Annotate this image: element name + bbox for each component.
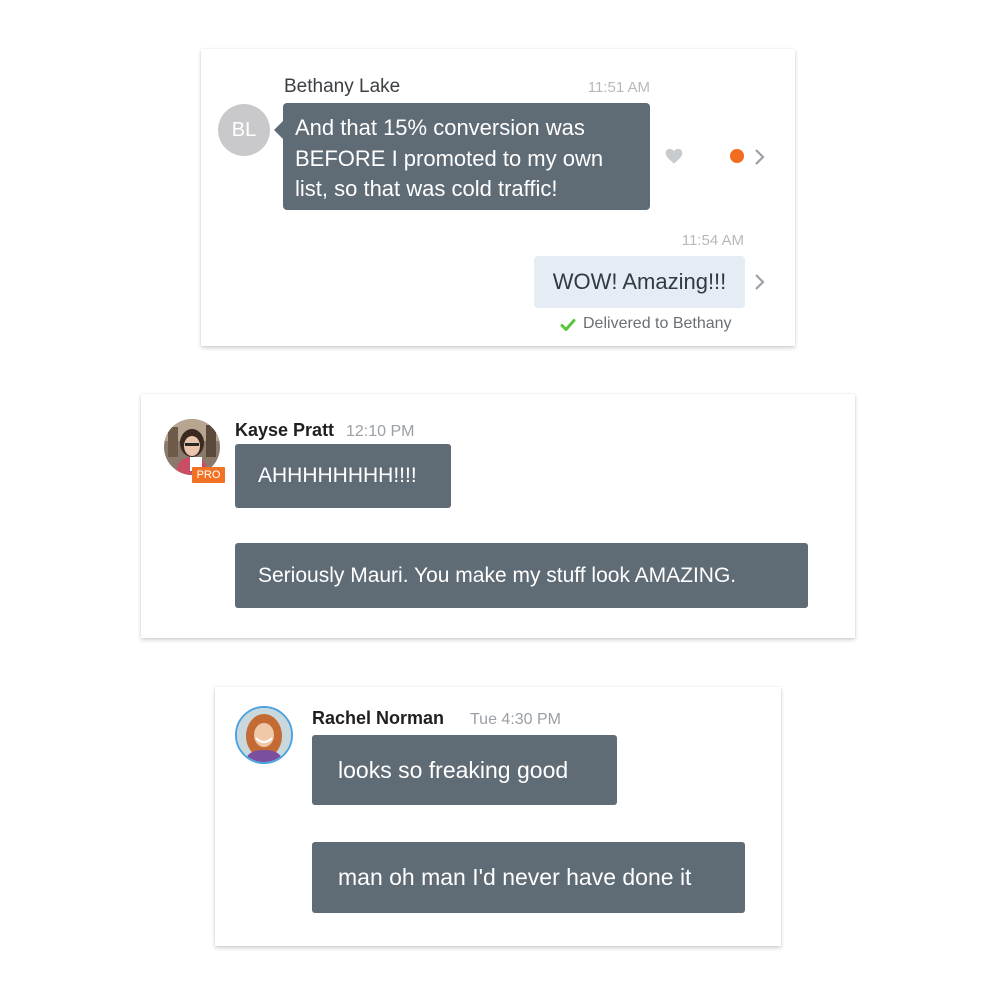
- reply-timestamp: 11:54 AM: [681, 232, 744, 249]
- outgoing-message-bubble: WOW! Amazing!!!: [534, 256, 745, 308]
- message-bubble: looks so freaking good: [312, 735, 617, 805]
- message-bubble: man oh man I'd never have done it: [312, 842, 745, 913]
- chat-card-rachel: Rachel Norman Tue 4:30 PM looks so freak…: [215, 687, 781, 946]
- check-icon: [560, 317, 576, 333]
- chevron-right-icon[interactable]: [753, 148, 767, 166]
- heart-icon[interactable]: [664, 146, 684, 166]
- chat-card-kayse: PRO Kayse Pratt 12:10 PM AHHHHHHHH!!!! S…: [141, 394, 855, 638]
- chat-card-bethany: Bethany Lake 11:51 AM BL And that 15% co…: [201, 49, 795, 346]
- message-timestamp: 12:10 PM: [346, 423, 415, 440]
- message-bubble: AHHHHHHHH!!!!: [235, 444, 451, 508]
- unread-dot-icon: [730, 149, 744, 163]
- message-timestamp: Tue 4:30 PM: [470, 711, 562, 728]
- message-bubble: Seriously Mauri. You make my stuff look …: [235, 543, 808, 608]
- sender-name: Rachel Norman: [312, 708, 445, 728]
- sender-name: Bethany Lake: [284, 76, 401, 97]
- incoming-message-bubble: And that 15% conversion was BEFORE I pro…: [274, 103, 650, 210]
- chevron-right-icon[interactable]: [753, 273, 767, 291]
- avatar[interactable]: BL: [218, 104, 270, 156]
- delivery-status: Delivered to Bethany: [583, 315, 732, 332]
- message-timestamp: 11:51 AM: [587, 79, 650, 96]
- pro-badge: PRO: [192, 467, 225, 483]
- avatar[interactable]: [235, 706, 293, 764]
- sender-name: Kayse Pratt: [235, 420, 335, 440]
